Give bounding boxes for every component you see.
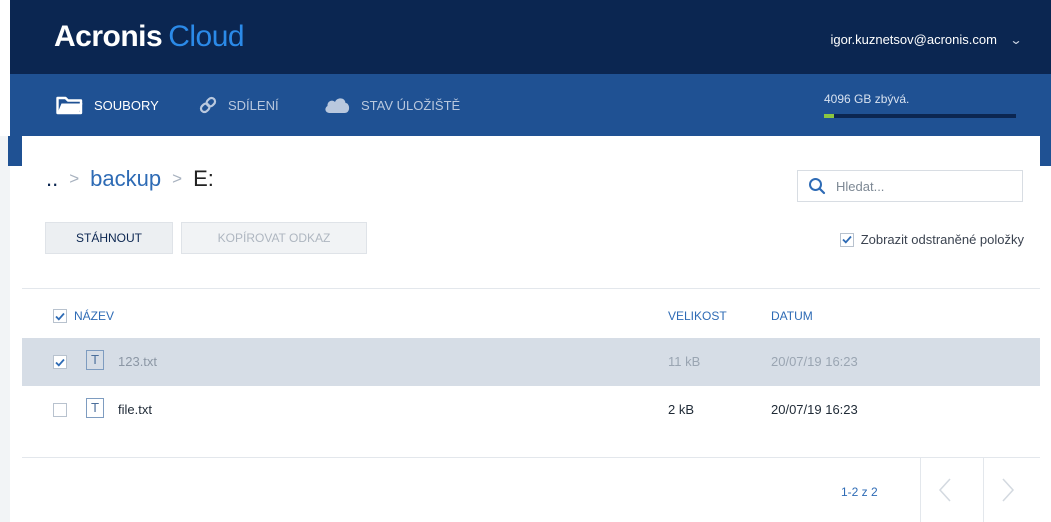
text-file-icon: T xyxy=(86,350,104,370)
chevron-down-icon: ⌄ xyxy=(1009,33,1023,47)
storage-remaining-text: 4096 GB zbývá. xyxy=(824,92,910,106)
nav-item-label: SDÍLENÍ xyxy=(228,97,279,113)
user-menu[interactable]: igor.kuznetsov@acronis.com ⌄ xyxy=(830,32,1023,47)
select-all-checkbox[interactable] xyxy=(53,309,67,323)
nav-item-label: STAV ÚLOŽIŠTĚ xyxy=(361,97,461,113)
search-box[interactable]: Hledat... xyxy=(797,170,1023,202)
chevron-right-icon xyxy=(1002,478,1015,502)
page-gutter xyxy=(0,136,10,522)
chevron-right-icon: > xyxy=(69,169,80,188)
show-deleted-label: Zobrazit odstraněné položky xyxy=(860,232,1024,247)
nav-item-storage-status[interactable]: STAV ÚLOŽIŠTĚ xyxy=(323,74,460,136)
divider xyxy=(22,288,1040,289)
breadcrumb-current: E: xyxy=(193,166,214,191)
search-input[interactable]: Hledat... xyxy=(836,179,884,194)
copy-link-button[interactable]: KOPÍROVAT ODKAZ xyxy=(181,222,367,254)
nav-item-label: SOUBORY xyxy=(94,97,159,113)
chevron-right-icon: > xyxy=(172,169,183,188)
table-row[interactable]: T 123.txt 11 kB 20/07/19 16:23 xyxy=(22,338,1040,386)
cloud-icon xyxy=(325,98,350,113)
storage-progress-bar xyxy=(824,114,1016,118)
nav-edge-left xyxy=(8,136,22,166)
nav-item-files[interactable]: SOUBORY xyxy=(56,74,159,136)
show-deleted-toggle[interactable]: Zobrazit odstraněné položky xyxy=(839,232,1024,247)
file-name[interactable]: file.txt xyxy=(118,402,152,417)
column-header-size[interactable]: VELIKOST xyxy=(668,309,727,323)
file-browser-panel: .. > backup > E: Hledat... STÁHNOUT KOPÍ… xyxy=(22,136,1040,522)
folder-icon xyxy=(56,96,83,115)
top-header: Acronis Cloud igor.kuznetsov@acronis.com ⌄ xyxy=(10,0,1051,74)
show-deleted-checkbox[interactable] xyxy=(839,232,854,247)
link-icon xyxy=(199,96,217,114)
divider xyxy=(22,457,1040,458)
next-page-button[interactable] xyxy=(984,458,1032,522)
pagination-info: 1-2 z 2 xyxy=(841,485,878,499)
download-button[interactable]: STÁHNOUT xyxy=(45,222,173,254)
file-size: 2 kB xyxy=(668,402,695,417)
brand-name: Acronis xyxy=(54,20,163,53)
file-date: 20/07/19 16:23 xyxy=(771,354,858,369)
storage-progress-fill xyxy=(824,114,834,118)
row-checkbox[interactable] xyxy=(53,403,67,417)
table-header: NÁZEV VELIKOST DATUM xyxy=(22,296,1040,338)
checkmark-icon xyxy=(842,235,852,244)
checkmark-icon xyxy=(55,312,65,321)
previous-page-button[interactable] xyxy=(921,458,969,522)
text-file-icon: T xyxy=(86,398,104,418)
brand-product: Cloud xyxy=(168,20,245,53)
row-checkbox[interactable] xyxy=(53,355,67,369)
nav-edge-right xyxy=(1040,136,1051,166)
breadcrumb-parent[interactable]: .. xyxy=(46,166,58,192)
main-nav: SOUBORY SDÍLENÍ STAV ÚLOŽIŠTĚ 4096 GB zb… xyxy=(10,74,1051,136)
chevron-left-icon xyxy=(938,478,951,502)
user-email: igor.kuznetsov@acronis.com xyxy=(830,32,997,47)
table-row[interactable]: T file.txt 2 kB 20/07/19 16:23 xyxy=(22,386,1040,434)
breadcrumb-backup[interactable]: backup xyxy=(90,166,161,192)
checkmark-icon xyxy=(55,358,65,367)
file-name[interactable]: 123.txt xyxy=(118,354,157,369)
brand-logo[interactable]: Acronis Cloud xyxy=(54,20,245,54)
file-date: 20/07/19 16:23 xyxy=(771,402,858,417)
column-header-date[interactable]: DATUM xyxy=(771,309,813,323)
breadcrumb: .. > backup > E: xyxy=(46,166,214,192)
search-icon xyxy=(798,177,836,195)
file-size: 11 kB xyxy=(668,354,701,369)
column-header-name[interactable]: NÁZEV xyxy=(74,309,114,323)
nav-item-sharing[interactable]: SDÍLENÍ xyxy=(198,74,279,136)
